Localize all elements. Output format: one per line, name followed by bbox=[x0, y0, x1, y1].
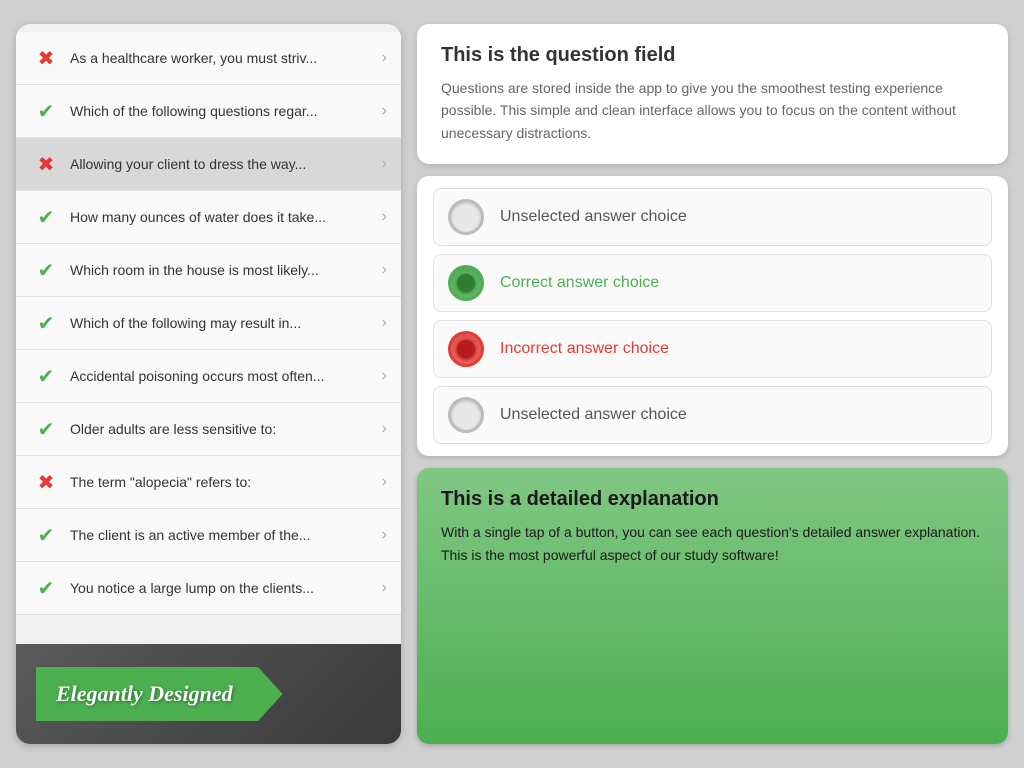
list-item[interactable]: ✔ How many ounces of water does it take..… bbox=[16, 191, 401, 244]
list-item[interactable]: ✖ As a healthcare worker, you must striv.… bbox=[16, 32, 401, 85]
item-text: How many ounces of water does it take... bbox=[70, 209, 376, 225]
question-card: This is the question field Questions are… bbox=[417, 24, 1008, 164]
answer-choice[interactable]: Unselected answer choice bbox=[433, 188, 992, 246]
banner-area: Elegantly Designed bbox=[16, 644, 401, 744]
chevron-right-icon: › bbox=[382, 261, 387, 279]
item-text: The term "alopecia" refers to: bbox=[70, 474, 376, 490]
chevron-right-icon: › bbox=[382, 49, 387, 67]
answers-card: Unselected answer choice Correct answer c… bbox=[417, 176, 1008, 456]
chevron-right-icon: › bbox=[382, 420, 387, 438]
chevron-right-icon: › bbox=[382, 314, 387, 332]
cross-icon: ✖ bbox=[30, 148, 62, 180]
question-list: ✖ As a healthcare worker, you must striv.… bbox=[16, 24, 401, 644]
item-text: Which of the following questions regar..… bbox=[70, 103, 376, 119]
radio-button-unselected[interactable] bbox=[448, 199, 484, 235]
item-text: The client is an active member of the... bbox=[70, 527, 376, 543]
list-item[interactable]: ✖ Allowing your client to dress the way..… bbox=[16, 138, 401, 191]
checkmark-icon: ✔ bbox=[30, 413, 62, 445]
item-text: Which of the following may result in... bbox=[70, 315, 376, 331]
checkmark-icon: ✔ bbox=[30, 519, 62, 551]
checkmark-icon: ✔ bbox=[30, 307, 62, 339]
checkmark-icon: ✔ bbox=[30, 572, 62, 604]
question-card-body: Questions are stored inside the app to g… bbox=[441, 77, 984, 144]
cross-icon: ✖ bbox=[30, 466, 62, 498]
list-item[interactable]: ✔ Which of the following questions regar.… bbox=[16, 85, 401, 138]
answer-choice[interactable]: Correct answer choice bbox=[433, 254, 992, 312]
answer-choice[interactable]: Incorrect answer choice bbox=[433, 320, 992, 378]
chevron-right-icon: › bbox=[382, 155, 387, 173]
list-item[interactable]: ✖ The term "alopecia" refers to: › bbox=[16, 456, 401, 509]
question-card-title: This is the question field bbox=[441, 44, 984, 67]
chevron-right-icon: › bbox=[382, 208, 387, 226]
radio-button-incorrect[interactable] bbox=[448, 331, 484, 367]
item-text: Older adults are less sensitive to: bbox=[70, 421, 376, 437]
list-item[interactable]: ✔ The client is an active member of the..… bbox=[16, 509, 401, 562]
chevron-right-icon: › bbox=[382, 367, 387, 385]
explanation-card: This is a detailed explanation With a si… bbox=[417, 468, 1008, 744]
item-text: Allowing your client to dress the way... bbox=[70, 156, 376, 172]
choice-label: Unselected answer choice bbox=[500, 406, 687, 424]
checkmark-icon: ✔ bbox=[30, 95, 62, 127]
checkmark-icon: ✔ bbox=[30, 201, 62, 233]
radio-button-unselected[interactable] bbox=[448, 397, 484, 433]
list-item[interactable]: ✔ Older adults are less sensitive to: › bbox=[16, 403, 401, 456]
radio-inner bbox=[457, 274, 475, 292]
chevron-right-icon: › bbox=[382, 102, 387, 120]
list-item[interactable]: ✔ Which of the following may result in...… bbox=[16, 297, 401, 350]
left-panel: ✖ As a healthcare worker, you must striv.… bbox=[16, 24, 401, 744]
banner-text: Elegantly Designed bbox=[56, 681, 233, 706]
item-text: You notice a large lump on the clients..… bbox=[70, 580, 376, 596]
radio-inner bbox=[457, 340, 475, 358]
right-panel: This is the question field Questions are… bbox=[417, 24, 1008, 744]
checkmark-icon: ✔ bbox=[30, 254, 62, 286]
list-item[interactable]: ✔ Accidental poisoning occurs most often.… bbox=[16, 350, 401, 403]
list-item[interactable]: ✔ You notice a large lump on the clients.… bbox=[16, 562, 401, 615]
radio-button-correct[interactable] bbox=[448, 265, 484, 301]
explanation-title: This is a detailed explanation bbox=[441, 488, 984, 511]
checkmark-icon: ✔ bbox=[30, 360, 62, 392]
list-item[interactable]: ✔ Which room in the house is most likely.… bbox=[16, 244, 401, 297]
answer-choice[interactable]: Unselected answer choice bbox=[433, 386, 992, 444]
item-text: Accidental poisoning occurs most often..… bbox=[70, 368, 376, 384]
choice-label: Incorrect answer choice bbox=[500, 340, 669, 358]
item-text: As a healthcare worker, you must striv..… bbox=[70, 50, 376, 66]
chevron-right-icon: › bbox=[382, 526, 387, 544]
banner-ribbon: Elegantly Designed bbox=[36, 667, 283, 721]
cross-icon: ✖ bbox=[30, 42, 62, 74]
choice-label: Unselected answer choice bbox=[500, 208, 687, 226]
explanation-body: With a single tap of a button, you can s… bbox=[441, 521, 984, 566]
choice-label: Correct answer choice bbox=[500, 274, 659, 292]
chevron-right-icon: › bbox=[382, 579, 387, 597]
chevron-right-icon: › bbox=[382, 473, 387, 491]
item-text: Which room in the house is most likely..… bbox=[70, 262, 376, 278]
